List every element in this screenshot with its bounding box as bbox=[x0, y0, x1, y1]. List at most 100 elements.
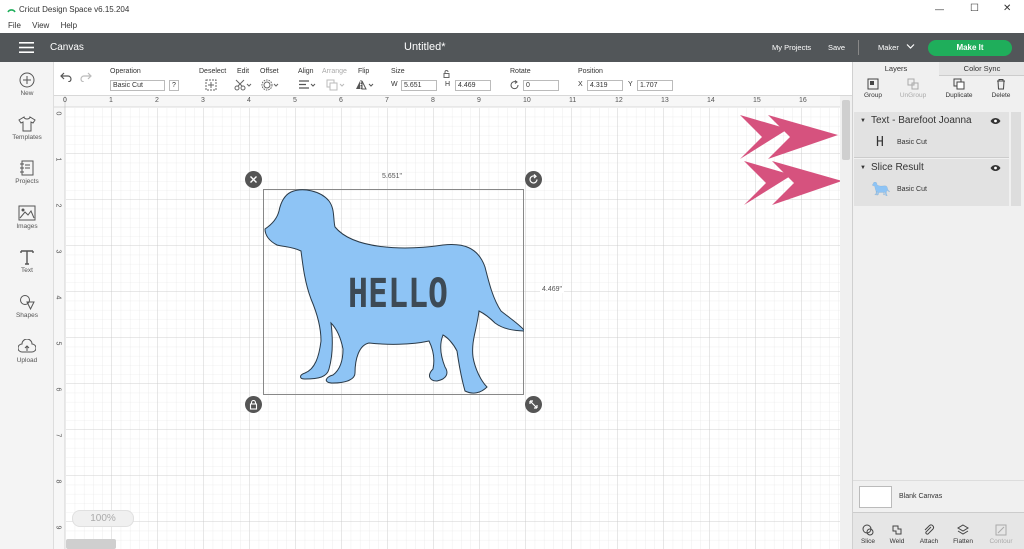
offset-label: Offset bbox=[260, 68, 279, 75]
delete-button[interactable]: Delete bbox=[981, 78, 1021, 99]
maximize-button[interactable]: ☐ bbox=[970, 3, 979, 14]
weld-button[interactable]: Weld bbox=[882, 524, 912, 545]
sidebar-item-projects[interactable]: Projects bbox=[0, 160, 54, 185]
sidebar-label-new: New bbox=[20, 90, 34, 97]
sidebar-item-shapes[interactable]: Shapes bbox=[0, 294, 54, 319]
rotate-input[interactable]: 0 bbox=[523, 80, 559, 91]
horizontal-scrollbar[interactable] bbox=[66, 539, 116, 549]
text-icon bbox=[20, 250, 34, 265]
deselect-icon[interactable] bbox=[205, 79, 217, 93]
sidebar-label-templates: Templates bbox=[12, 134, 42, 141]
menu-view[interactable]: View bbox=[32, 21, 49, 30]
weld-icon bbox=[892, 525, 902, 535]
menu-file[interactable]: File bbox=[8, 21, 21, 30]
layer-name: Text - Barefoot Joanna bbox=[871, 115, 972, 126]
annotation-arrows bbox=[740, 115, 840, 205]
layer-group-text[interactable]: ▼ Text - Barefoot Joanna H Basic Cut bbox=[854, 112, 1009, 158]
tshirt-icon bbox=[18, 116, 36, 132]
title-bar: Cricut Design Space v6.15.204 — ☐ ✕ bbox=[0, 0, 1024, 20]
ruler-tick-label: 6 bbox=[339, 97, 343, 104]
operation-select[interactable]: Basic Cut bbox=[110, 80, 165, 91]
tab-color-sync[interactable]: Color Sync bbox=[939, 62, 1024, 76]
ungroup-button[interactable]: UnGroup bbox=[893, 78, 933, 99]
ruler-tick-label: 11 bbox=[569, 97, 577, 104]
height-dimension-label: 4.469" bbox=[540, 286, 565, 293]
ruler-tick-label: 9 bbox=[477, 97, 481, 104]
my-projects-link[interactable]: My Projects bbox=[772, 43, 811, 52]
eye-icon[interactable] bbox=[990, 117, 1001, 127]
sidebar-label-text: Text bbox=[21, 267, 33, 274]
layers-scrollbar[interactable] bbox=[1011, 112, 1021, 206]
tab-layers[interactable]: Layers bbox=[853, 62, 939, 76]
hamburger-menu-icon[interactable] bbox=[19, 42, 34, 55]
resize-handle[interactable] bbox=[525, 396, 542, 413]
make-it-button[interactable]: Make It bbox=[928, 40, 1012, 56]
operation-help-button[interactable]: ? bbox=[169, 80, 179, 91]
blank-canvas-swatch[interactable] bbox=[859, 486, 892, 508]
chevron-down-icon[interactable] bbox=[906, 43, 915, 52]
plus-circle-icon bbox=[19, 72, 35, 88]
machine-select[interactable]: Maker bbox=[878, 43, 899, 52]
dog-silhouette-shape[interactable]: HELLO bbox=[263, 189, 524, 395]
zoom-level[interactable]: 100% bbox=[72, 510, 134, 527]
duplicate-icon bbox=[953, 78, 965, 90]
window-title: Cricut Design Space v6.15.204 bbox=[19, 5, 130, 14]
sidebar-item-upload[interactable]: Upload bbox=[0, 339, 54, 364]
close-icon bbox=[250, 176, 257, 183]
layer-subtitle: Basic Cut bbox=[897, 186, 927, 193]
width-input[interactable]: 5.651 bbox=[401, 80, 437, 91]
rotate-handle[interactable] bbox=[525, 171, 542, 188]
undo-icon[interactable] bbox=[60, 72, 72, 84]
rotate-label: Rotate bbox=[510, 68, 531, 75]
save-button[interactable]: Save bbox=[828, 43, 845, 52]
position-label: Position bbox=[578, 68, 603, 75]
contour-icon bbox=[995, 524, 1007, 536]
caret-down-icon[interactable]: ▼ bbox=[860, 118, 866, 124]
ruler-tick-label: 4 bbox=[247, 97, 251, 104]
minimize-button[interactable]: — bbox=[935, 4, 944, 14]
flatten-button[interactable]: Flatten bbox=[948, 524, 978, 545]
ungroup-icon bbox=[907, 78, 919, 90]
lock-icon bbox=[249, 399, 258, 410]
ruler-tick-label: 6 bbox=[54, 387, 62, 392]
offset-icon[interactable] bbox=[261, 79, 279, 93]
vertical-scroll-thumb[interactable] bbox=[842, 100, 850, 160]
arrange-icon[interactable] bbox=[326, 79, 346, 93]
sidebar-item-images[interactable]: Images bbox=[0, 205, 54, 230]
design-canvas[interactable]: 0123456789101112131415161 0123456789 5.6… bbox=[54, 96, 840, 549]
close-window-button[interactable]: ✕ bbox=[1003, 3, 1011, 14]
sidebar-item-text[interactable]: Text bbox=[0, 249, 54, 274]
caret-down-icon[interactable]: ▼ bbox=[860, 165, 866, 171]
eye-icon[interactable] bbox=[990, 164, 1001, 174]
attach-label: Attach bbox=[919, 538, 939, 545]
lock-aspect-icon[interactable] bbox=[443, 70, 450, 80]
menu-help[interactable]: Help bbox=[61, 21, 77, 30]
attach-button[interactable]: Attach bbox=[914, 524, 944, 545]
duplicate-button[interactable]: Duplicate bbox=[939, 78, 979, 99]
rotate-icon bbox=[510, 80, 520, 92]
blank-canvas-row[interactable]: Blank Canvas bbox=[853, 480, 1024, 512]
vertical-scrollbar[interactable] bbox=[840, 96, 852, 549]
sidebar-item-templates[interactable]: Templates bbox=[0, 116, 54, 141]
size-label: Size bbox=[391, 68, 405, 75]
lock-handle[interactable] bbox=[245, 396, 262, 413]
y-label: Y bbox=[628, 81, 633, 88]
contour-button[interactable]: Contour bbox=[986, 524, 1016, 545]
height-input[interactable]: 4.469 bbox=[455, 80, 491, 91]
y-position-input[interactable]: 1.707 bbox=[637, 80, 673, 91]
layer-group-slice[interactable]: ▼ Slice Result Basic Cut bbox=[854, 159, 1009, 206]
group-button[interactable]: Group bbox=[853, 78, 893, 99]
redo-icon[interactable] bbox=[80, 72, 92, 84]
app-header: Canvas Untitled* My Projects Save Maker … bbox=[0, 33, 1024, 62]
slice-button[interactable]: Slice bbox=[853, 524, 883, 545]
scissors-icon[interactable] bbox=[234, 79, 252, 93]
align-icon[interactable] bbox=[298, 80, 316, 92]
ruler-tick-label: 16 bbox=[799, 97, 807, 104]
delete-handle[interactable] bbox=[245, 171, 262, 188]
ungroup-label: UnGroup bbox=[899, 92, 927, 99]
x-position-input[interactable]: 4.319 bbox=[587, 80, 623, 91]
sidebar-label-projects: Projects bbox=[15, 178, 39, 185]
flip-icon[interactable] bbox=[355, 79, 375, 93]
layers-panel: Layers Color Sync Group UnGroup Duplicat… bbox=[852, 62, 1024, 549]
sidebar-item-new[interactable]: New bbox=[0, 72, 54, 97]
